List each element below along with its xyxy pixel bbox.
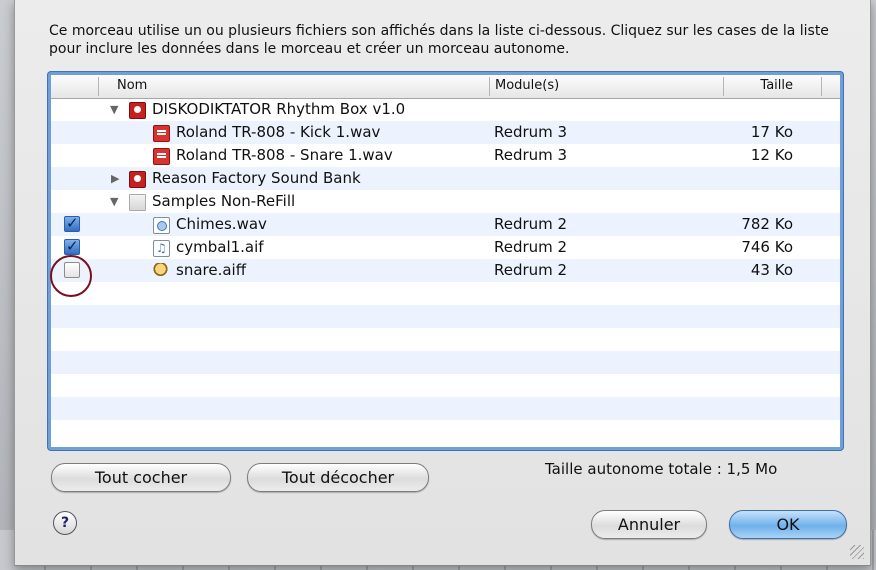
row-size: 782 Ko bbox=[741, 215, 793, 233]
row-name: Roland TR-808 - Kick 1.wav bbox=[176, 123, 381, 141]
column-header-module[interactable]: Module(s) bbox=[495, 75, 559, 98]
sample-file-icon bbox=[153, 125, 170, 142]
table-row[interactable]: Roland TR-808 - Snare 1.wav Redrum 3 12 … bbox=[51, 144, 840, 167]
column-divider bbox=[489, 77, 490, 96]
samples-table[interactable]: Nom Module(s) Taille ▼ DISKODIKTATOR Rhy… bbox=[48, 72, 843, 450]
self-contain-dialog: Ce morceau utilise un ou plusieurs fichi… bbox=[14, 0, 871, 566]
wav-file-icon bbox=[153, 217, 170, 234]
column-header-name[interactable]: Nom bbox=[117, 75, 147, 98]
table-body: ▼ DISKODIKTATOR Rhythm Box v1.0 Roland T… bbox=[51, 98, 840, 447]
table-row[interactable]: Roland TR-808 - Kick 1.wav Redrum 3 17 K… bbox=[51, 121, 840, 144]
row-name: DISKODIKTATOR Rhythm Box v1.0 bbox=[152, 100, 406, 118]
help-button[interactable]: ? bbox=[53, 511, 77, 535]
check-all-button[interactable]: Tout cocher bbox=[51, 463, 231, 492]
table-row[interactable]: ▶ Reason Factory Sound Bank bbox=[51, 167, 840, 190]
highlight-circle bbox=[50, 255, 92, 297]
disclosure-collapsed-icon[interactable]: ▶ bbox=[111, 167, 119, 190]
row-name: Roland TR-808 - Snare 1.wav bbox=[176, 146, 393, 164]
empty-row bbox=[51, 397, 840, 420]
folder-icon bbox=[129, 194, 146, 211]
row-size: 12 Ko bbox=[750, 146, 793, 164]
column-divider bbox=[821, 77, 822, 96]
aiff-file-icon bbox=[153, 263, 168, 278]
dialog-message: Ce morceau utilise un ou plusieurs fichi… bbox=[49, 23, 829, 57]
reason-device-icon bbox=[129, 171, 146, 188]
empty-row bbox=[51, 328, 840, 351]
empty-row bbox=[51, 420, 840, 443]
table-row[interactable]: Chimes.wav Redrum 2 782 Ko bbox=[51, 212, 840, 236]
empty-row bbox=[51, 305, 840, 328]
disclosure-expanded-icon[interactable]: ▼ bbox=[110, 190, 118, 213]
empty-row bbox=[51, 351, 840, 374]
table-row[interactable]: cymbal1.aif Redrum 2 746 Ko bbox=[51, 235, 840, 260]
cancel-button[interactable]: Annuler bbox=[591, 510, 707, 539]
table-row[interactable]: snare.aiff Redrum 2 43 Ko bbox=[51, 259, 840, 282]
sample-file-icon bbox=[153, 148, 170, 165]
row-module: Redrum 3 bbox=[494, 123, 568, 141]
row-name: Reason Factory Sound Bank bbox=[152, 169, 361, 187]
resize-grip-icon[interactable] bbox=[850, 545, 864, 559]
row-name: snare.aiff bbox=[176, 261, 247, 279]
table-row[interactable]: ▼ DISKODIKTATOR Rhythm Box v1.0 bbox=[51, 98, 840, 121]
ok-button[interactable]: OK bbox=[729, 510, 847, 539]
table-header: Nom Module(s) Taille bbox=[51, 75, 840, 99]
reason-device-icon bbox=[129, 102, 146, 119]
column-divider bbox=[98, 77, 99, 96]
empty-row bbox=[51, 282, 840, 305]
uncheck-all-button[interactable]: Tout décocher bbox=[247, 463, 429, 492]
total-size-label: Taille autonome totale : 1,5 Mo bbox=[545, 460, 778, 478]
row-module: Redrum 2 bbox=[494, 238, 568, 256]
disclosure-expanded-icon[interactable]: ▼ bbox=[110, 98, 118, 121]
row-name: Chimes.wav bbox=[176, 215, 267, 233]
column-divider bbox=[723, 77, 724, 96]
row-name: cymbal1.aif bbox=[176, 238, 264, 256]
row-size: 43 Ko bbox=[750, 261, 793, 279]
row-module: Redrum 2 bbox=[494, 261, 568, 279]
table-row[interactable]: ▼ Samples Non-ReFill bbox=[51, 190, 840, 213]
aif-file-icon bbox=[153, 237, 170, 260]
include-checkbox[interactable] bbox=[64, 235, 80, 258]
column-header-size[interactable]: Taille bbox=[760, 75, 793, 98]
include-checkbox[interactable] bbox=[64, 212, 80, 235]
row-size: 746 Ko bbox=[741, 238, 793, 256]
row-module: Redrum 3 bbox=[494, 146, 568, 164]
row-name: Samples Non-ReFill bbox=[152, 192, 296, 210]
empty-row bbox=[51, 374, 840, 397]
row-size: 17 Ko bbox=[750, 123, 793, 141]
row-module: Redrum 2 bbox=[494, 215, 568, 233]
